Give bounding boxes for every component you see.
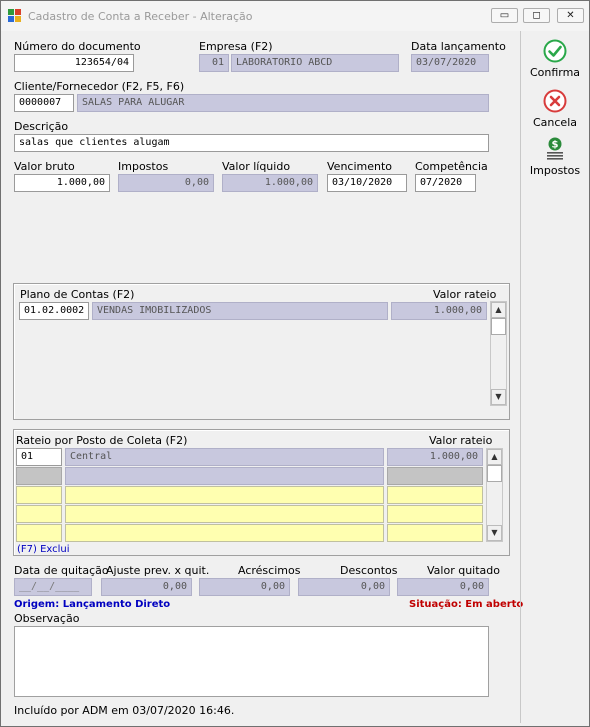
valor-liquido-field: 1.000,00	[222, 174, 318, 192]
rateio-row-empty[interactable]	[16, 524, 62, 542]
impostos-button[interactable]: $ Impostos	[521, 137, 589, 177]
rateio-row-empty[interactable]	[16, 486, 62, 504]
rateio-code-field[interactable]: 01	[16, 448, 62, 466]
close-icon: ✕	[566, 10, 575, 21]
cliente-code-field[interactable]: 0000007	[14, 94, 74, 112]
origem-status: Origem: Lançamento Direto	[14, 599, 171, 610]
impostos-field: 0,00	[118, 174, 214, 192]
ajuste-label: Ajuste prev. x quit.	[106, 564, 210, 577]
cancela-label: Cancela	[532, 116, 577, 129]
confirma-label: Confirma	[529, 66, 581, 79]
descontos-label: Descontos	[340, 564, 398, 577]
vencimento-field[interactable]: 03/10/2020	[327, 174, 407, 192]
data-lancamento-label: Data lançamento	[411, 40, 506, 53]
rateio-row-empty[interactable]	[16, 467, 62, 485]
empresa-label: Empresa (F2)	[199, 40, 273, 53]
cliente-name-field: SALAS PARA ALUGAR	[77, 94, 489, 112]
rateio-value-field: 1.000,00	[387, 448, 483, 466]
plano-value-field: 1.000,00	[391, 302, 487, 320]
ajuste-field: 0,00	[101, 578, 192, 596]
maximize-button[interactable]: ◻	[523, 8, 550, 23]
valor-bruto-label: Valor bruto	[14, 160, 75, 173]
data-quitacao-field: __/__/____	[14, 578, 92, 596]
plano-code-field[interactable]: 01.02.0002	[19, 302, 89, 320]
empresa-name-field: LABORATORIO ABCD	[231, 54, 399, 72]
rateio-name-field: Central	[65, 448, 384, 466]
valor-quitado-field: 0,00	[397, 578, 489, 596]
observacao-label: Observação	[14, 612, 80, 625]
title-bar: Cadastro de Conta a Receber - Alteração …	[1, 1, 589, 31]
descontos-field: 0,00	[298, 578, 390, 596]
dollar-coins-icon: $	[547, 137, 563, 160]
valor-quitado-label: Valor quitado	[427, 564, 500, 577]
empresa-code-field[interactable]: 01	[199, 54, 229, 72]
rateio-row-empty[interactable]	[387, 524, 483, 542]
data-quitacao-label: Data de quitação	[14, 564, 109, 577]
rateio-row-empty	[387, 467, 483, 485]
confirma-button[interactable]: Confirma	[521, 39, 589, 79]
situacao-status: Situação: Em aberto	[409, 599, 524, 610]
check-circle-icon	[543, 39, 567, 63]
minimize-icon: ▭	[499, 10, 510, 21]
x-circle-icon	[543, 89, 567, 113]
rateio-row-empty[interactable]	[65, 505, 384, 523]
minimize-button[interactable]: ▭	[491, 8, 518, 23]
plano-scrollbar[interactable]: ▲ ▼	[490, 301, 507, 406]
valor-liquido-label: Valor líquido	[222, 160, 291, 173]
main-window: Cadastro de Conta a Receber - Alteração …	[0, 0, 590, 727]
close-button[interactable]: ✕	[557, 8, 584, 23]
impostos-label: Impostos	[118, 160, 169, 173]
acrescimos-field: 0,00	[199, 578, 290, 596]
svg-text:$: $	[552, 140, 559, 151]
scroll-up-icon[interactable]: ▲	[491, 302, 506, 318]
rateio-row-empty[interactable]	[65, 524, 384, 542]
numero-label: Número do documento	[14, 40, 141, 53]
scroll-thumb[interactable]	[487, 465, 502, 482]
rateio-scrollbar[interactable]: ▲ ▼	[486, 448, 503, 542]
observacao-textarea[interactable]	[14, 626, 489, 697]
plano-name-field: VENDAS IMOBILIZADOS	[92, 302, 388, 320]
rateio-row-empty[interactable]	[387, 505, 483, 523]
acrescimos-label: Acréscimos	[238, 564, 301, 577]
scroll-thumb[interactable]	[491, 318, 506, 335]
vencimento-label: Vencimento	[327, 160, 393, 173]
data-lancamento-field: 03/07/2020	[411, 54, 489, 72]
impostos-side-label: Impostos	[529, 164, 581, 177]
incluido-info: Incluído por ADM em 03/07/2020 16:46.	[14, 704, 235, 717]
rateio-row-empty[interactable]	[387, 486, 483, 504]
maximize-icon: ◻	[532, 10, 541, 21]
scroll-down-icon[interactable]: ▼	[491, 389, 506, 405]
descricao-label: Descrição	[14, 120, 69, 133]
cliente-label: Cliente/Fornecedor (F2, F5, F6)	[14, 80, 185, 93]
action-sidebar: Confirma Cancela $ Impostos	[520, 31, 588, 723]
numero-field[interactable]: 123654/04	[14, 54, 134, 72]
competencia-label: Competência	[415, 160, 488, 173]
rateio-row-empty[interactable]	[65, 486, 384, 504]
valor-bruto-field[interactable]: 1.000,00	[14, 174, 110, 192]
cancela-button[interactable]: Cancela	[521, 89, 589, 129]
scroll-down-icon[interactable]: ▼	[487, 525, 502, 541]
plano-rateio-label: Valor rateio	[433, 288, 497, 301]
competencia-field[interactable]: 07/2020	[415, 174, 476, 192]
plano-contas-label: Plano de Contas (F2)	[20, 288, 135, 301]
rateio-row-empty	[65, 467, 384, 485]
app-icon	[8, 9, 22, 23]
rateio-valor-label: Valor rateio	[429, 434, 493, 447]
rateio-row-empty[interactable]	[16, 505, 62, 523]
rateio-label: Rateio por Posto de Coleta (F2)	[16, 434, 188, 447]
exclui-hint: (F7) Exclui	[17, 544, 70, 555]
descricao-field[interactable]: salas que clientes alugam	[14, 134, 489, 152]
scroll-up-icon[interactable]: ▲	[487, 449, 502, 465]
window-title: Cadastro de Conta a Receber - Alteração	[28, 10, 253, 23]
